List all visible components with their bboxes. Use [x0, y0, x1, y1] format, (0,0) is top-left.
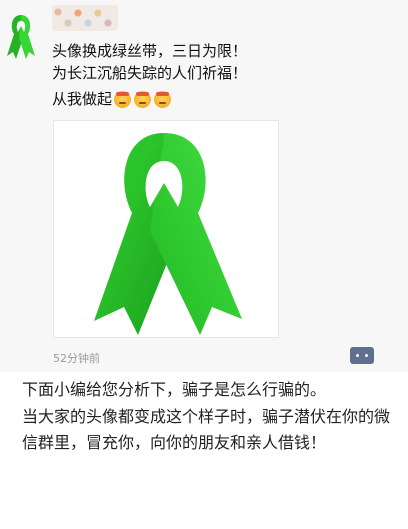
moment-post: 头像换成绿丝带，三日为限！ 为长江沉船失踪的人们祈福！ 从我做起 52分钟前 — [0, 0, 408, 372]
green-ribbon-image — [94, 133, 242, 335]
post-line-3: 从我做起 — [52, 88, 382, 110]
article-paragraph-1: 下面小编给您分析下，骗子是怎么行骗的。 — [22, 380, 327, 399]
author-name-blurred[interactable] — [52, 5, 118, 31]
comment-dot — [356, 354, 359, 357]
green-ribbon-icon — [7, 15, 35, 59]
comment-dot — [365, 354, 368, 357]
emoji-row — [114, 91, 172, 108]
emoji-face-icon — [154, 91, 172, 108]
post-text: 头像换成绿丝带，三日为限！ 为长江沉船失踪的人们祈福！ 从我做起 — [52, 40, 382, 110]
post-line-3-text: 从我做起 — [52, 90, 113, 108]
emoji-face-icon — [134, 91, 152, 108]
avatar[interactable] — [4, 12, 38, 60]
timestamp: 52分钟前 — [53, 352, 100, 365]
green-ribbon-photo[interactable] — [53, 120, 279, 338]
post-line-1: 头像换成绿丝带，三日为限！ — [52, 42, 248, 60]
emoji-face-icon — [114, 91, 132, 108]
article-paragraph-2: 当大家的头像都变成这个样子时，骗子潜伏在你的微信群里，冒充你，向你的朋友和亲人借… — [22, 406, 391, 453]
article-body: 下面小编给您分析下，骗子是怎么行骗的。 当大家的头像都变成这个样子时，骗子潜伏在… — [22, 377, 392, 457]
post-line-2: 为长江沉船失踪的人们祈福！ — [52, 64, 248, 82]
comment-button[interactable] — [350, 347, 374, 364]
